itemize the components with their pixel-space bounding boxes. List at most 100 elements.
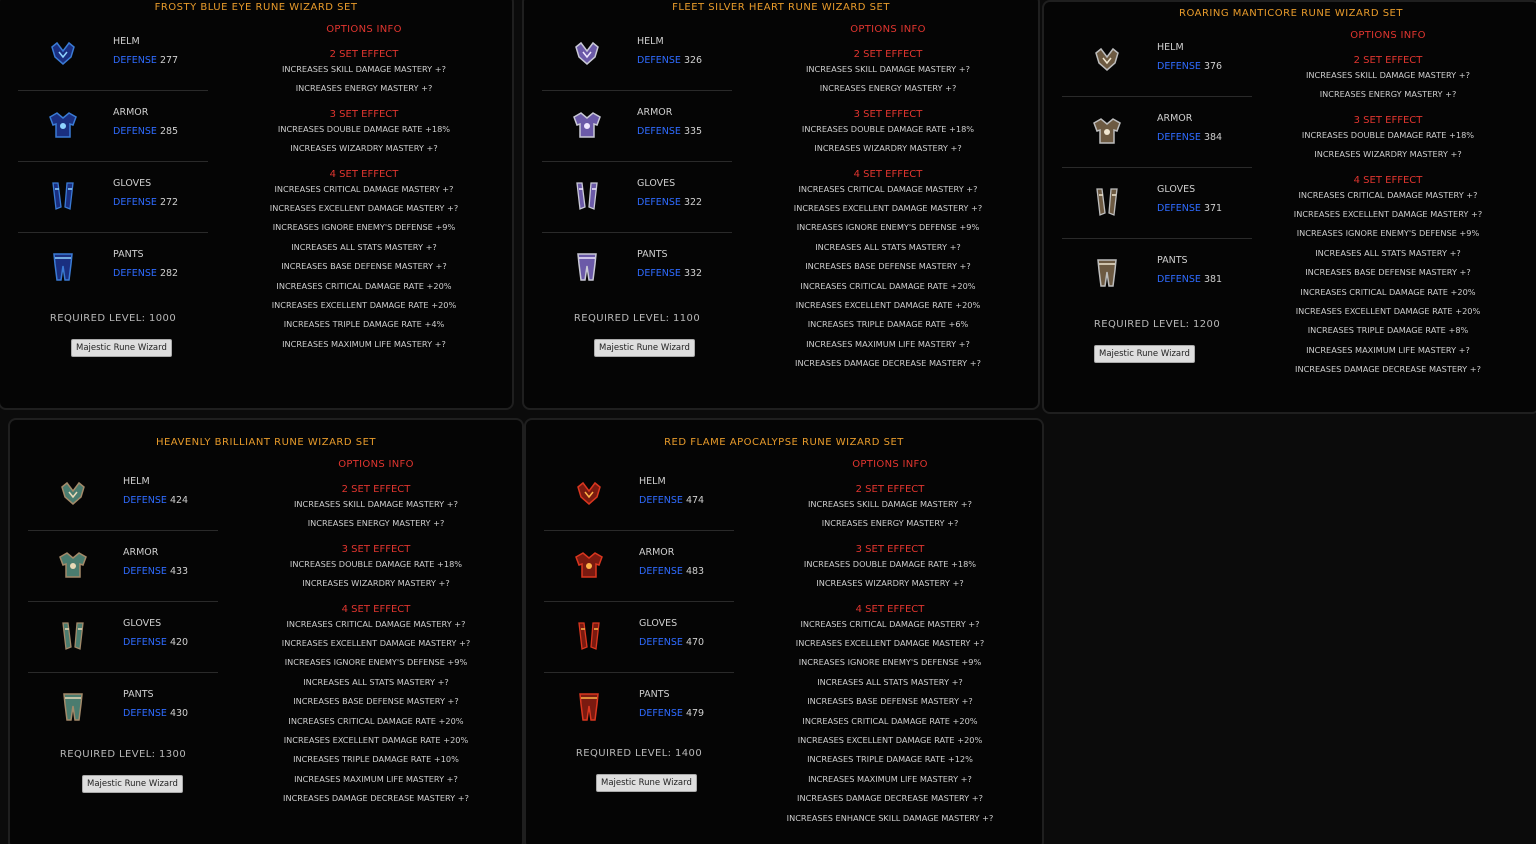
set-effect-header: 4 SET EFFECT	[329, 168, 399, 180]
set-effect-line: INCREASES SKILL DAMAGE MASTERY +?	[1305, 70, 1470, 80]
defense-label: DEFENSE	[637, 55, 681, 66]
item-row-armor[interactable]: ARMOR DEFENSE 285	[18, 91, 208, 162]
set-effect-line: INCREASES ALL STATS MASTERY +?	[815, 241, 961, 252]
item-row-gloves[interactable]: GLOVES DEFENSE 371	[1062, 168, 1252, 239]
gloves-icon	[46, 179, 80, 213]
class-badge[interactable]: Majestic Rune Wizard	[596, 774, 697, 792]
defense-label: DEFENSE	[113, 268, 157, 279]
item-list: HELM DEFENSE 424 ARMOR DEFENSE 433 GLOVES DEF…	[28, 460, 218, 743]
defense-label: DEFENSE	[123, 637, 167, 648]
item-row-gloves[interactable]: GLOVES DEFENSE 420	[28, 602, 218, 673]
defense-value: 433	[169, 566, 189, 577]
defense-value: 430	[169, 708, 189, 719]
set-effect-line: INCREASES ENHANCE SKILL DAMAGE MASTERY +…	[786, 812, 994, 823]
set-effect-header: 4 SET EFFECT	[855, 603, 925, 615]
item-name: ARMOR	[113, 107, 149, 118]
defense-value: 277	[159, 55, 179, 66]
defense-label: DEFENSE	[113, 197, 157, 208]
item-row-helm[interactable]: HELM DEFENSE 424	[28, 460, 218, 531]
required-level-label: REQUIRED LEVEL:	[573, 313, 670, 324]
item-row-helm[interactable]: HELM DEFENSE 474	[544, 460, 734, 531]
set-title: FLEET SILVER HEART RUNE WIZARD SET	[672, 2, 890, 13]
item-row-helm[interactable]: HELM DEFENSE 326	[542, 20, 732, 91]
item-row-pants[interactable]: PANTS DEFENSE 332	[542, 233, 732, 303]
item-name: ARMOR	[637, 107, 673, 118]
defense-label: DEFENSE	[1157, 132, 1201, 143]
item-row-pants[interactable]: PANTS DEFENSE 381	[1062, 239, 1252, 309]
defense-value: 282	[159, 268, 179, 279]
set-effect-line: INCREASES CRITICAL DAMAGE MASTERY +?	[274, 183, 454, 194]
required-level-value: 1100	[673, 313, 701, 324]
item-row-helm[interactable]: HELM DEFENSE 376	[1062, 26, 1252, 97]
set-effect-header: 2 SET EFFECT	[341, 484, 411, 495]
item-row-gloves[interactable]: GLOVES DEFENSE 470	[544, 602, 734, 673]
item-defense: DEFENSE 376	[1157, 61, 1222, 72]
set-effect-line: INCREASES CRITICAL DAMAGE RATE +20%	[288, 715, 464, 726]
set-effect-line: INCREASES EXCELLENT DAMAGE MASTERY +?	[793, 203, 983, 214]
item-row-pants[interactable]: PANTS DEFENSE 430	[28, 673, 218, 743]
set-effect-line: INCREASES DAMAGE DECREASE MASTERY +?	[797, 793, 983, 804]
defense-label: DEFENSE	[639, 566, 683, 577]
options-info: OPTIONS INFO 2 SET EFFECT INCREASES SKILL …	[1268, 30, 1508, 380]
set-effect-line: INCREASES CRITICAL DAMAGE RATE +20%	[276, 280, 452, 291]
item-row-gloves[interactable]: GLOVES DEFENSE 272	[18, 162, 208, 233]
set-effect-line: INCREASES WIZARDRY MASTERY +?	[814, 143, 962, 154]
set-effect-line: INCREASES CRITICAL DAMAGE MASTERY +?	[798, 183, 978, 194]
helm-icon	[1090, 43, 1124, 77]
set-effect-line: INCREASES BASE DEFENSE MASTERY +?	[805, 261, 971, 272]
set-panel-heavenly-brilliant-rune-wizard-set: HEAVENLY BRILLIANT RUNE WIZARD SET HELM DE…	[8, 418, 524, 844]
item-row-gloves[interactable]: GLOVES DEFENSE 322	[542, 162, 732, 233]
set-effect-line: INCREASES IGNORE ENEMY'S DEFENSE +9%	[284, 657, 468, 668]
defense-value: 322	[683, 197, 703, 208]
set-effect-line: INCREASES MAXIMUM LIFE MASTERY +?	[294, 773, 458, 784]
class-badge[interactable]: Majestic Rune Wizard	[71, 339, 172, 357]
set-effect-line: INCREASES ALL STATS MASTERY +?	[817, 676, 963, 687]
defense-value: 332	[683, 268, 703, 279]
set-effect-line: INCREASES ENERGY MASTERY +?	[1319, 89, 1457, 100]
gloves-icon	[56, 619, 90, 653]
item-row-pants[interactable]: PANTS DEFENSE 282	[18, 233, 208, 303]
defense-label: DEFENSE	[639, 637, 683, 648]
set-effect-line: INCREASES MAXIMUM LIFE MASTERY +?	[806, 338, 970, 349]
set-effect-line: INCREASES EXCELLENT DAMAGE RATE +20%	[795, 300, 981, 311]
item-defense: DEFENSE 483	[639, 566, 704, 577]
set-effect-header: 4 SET EFFECT	[1353, 174, 1423, 186]
defense-label: DEFENSE	[1157, 61, 1201, 72]
item-row-helm[interactable]: HELM DEFENSE 277	[18, 20, 208, 91]
class-badge[interactable]: Majestic Rune Wizard	[82, 775, 183, 793]
set-effect-line: INCREASES MAXIMUM LIFE MASTERY +?	[282, 338, 446, 349]
defense-label: DEFENSE	[123, 708, 167, 719]
class-badge[interactable]: Majestic Rune Wizard	[1094, 345, 1195, 363]
item-defense: DEFENSE 384	[1157, 132, 1222, 143]
defense-value: 381	[1203, 274, 1223, 285]
set-effect-header: 4 SET EFFECT	[341, 603, 411, 615]
item-list: HELM DEFENSE 277 ARMOR DEFENSE 285 GLOVES DEF…	[18, 20, 208, 303]
required-level-label: REQUIRED LEVEL:	[49, 313, 146, 324]
item-name: ARMOR	[123, 547, 159, 558]
set-title: HEAVENLY BRILLIANT RUNE WIZARD SET	[155, 437, 377, 448]
item-row-armor[interactable]: ARMOR DEFENSE 335	[542, 91, 732, 162]
set-effect-line: INCREASES BASE DEFENSE MASTERY +?	[293, 696, 459, 707]
set-effect-line: INCREASES CRITICAL DAMAGE RATE +20%	[800, 280, 976, 291]
set-effect-line: INCREASES TRIPLE DAMAGE RATE +10%	[293, 754, 459, 765]
pants-icon	[572, 690, 606, 724]
defense-value: 272	[159, 197, 179, 208]
pants-icon	[56, 690, 90, 724]
set-effect-line: INCREASES CRITICAL DAMAGE RATE +20%	[1300, 286, 1476, 297]
set-effect-line: INCREASES WIZARDRY MASTERY +?	[1314, 149, 1462, 160]
set-effect-line: INCREASES DAMAGE DECREASE MASTERY +?	[283, 793, 469, 804]
helm-icon	[572, 477, 606, 511]
required-level: REQUIRED LEVEL: 1100	[542, 313, 732, 324]
item-row-armor[interactable]: ARMOR DEFENSE 384	[1062, 97, 1252, 168]
item-row-armor[interactable]: ARMOR DEFENSE 483	[544, 531, 734, 602]
class-badge[interactable]: Majestic Rune Wizard	[594, 339, 695, 357]
pants-icon	[46, 250, 80, 284]
required-level-value: 1000	[149, 313, 177, 324]
defense-label: DEFENSE	[113, 55, 157, 66]
item-row-pants[interactable]: PANTS DEFENSE 479	[544, 673, 734, 743]
helm-icon	[56, 477, 90, 511]
item-row-armor[interactable]: ARMOR DEFENSE 433	[28, 531, 218, 602]
item-defense: DEFENSE 371	[1157, 203, 1222, 214]
set-effect-line: INCREASES DAMAGE DECREASE MASTERY +?	[1295, 364, 1481, 375]
item-defense: DEFENSE 332	[637, 268, 702, 279]
